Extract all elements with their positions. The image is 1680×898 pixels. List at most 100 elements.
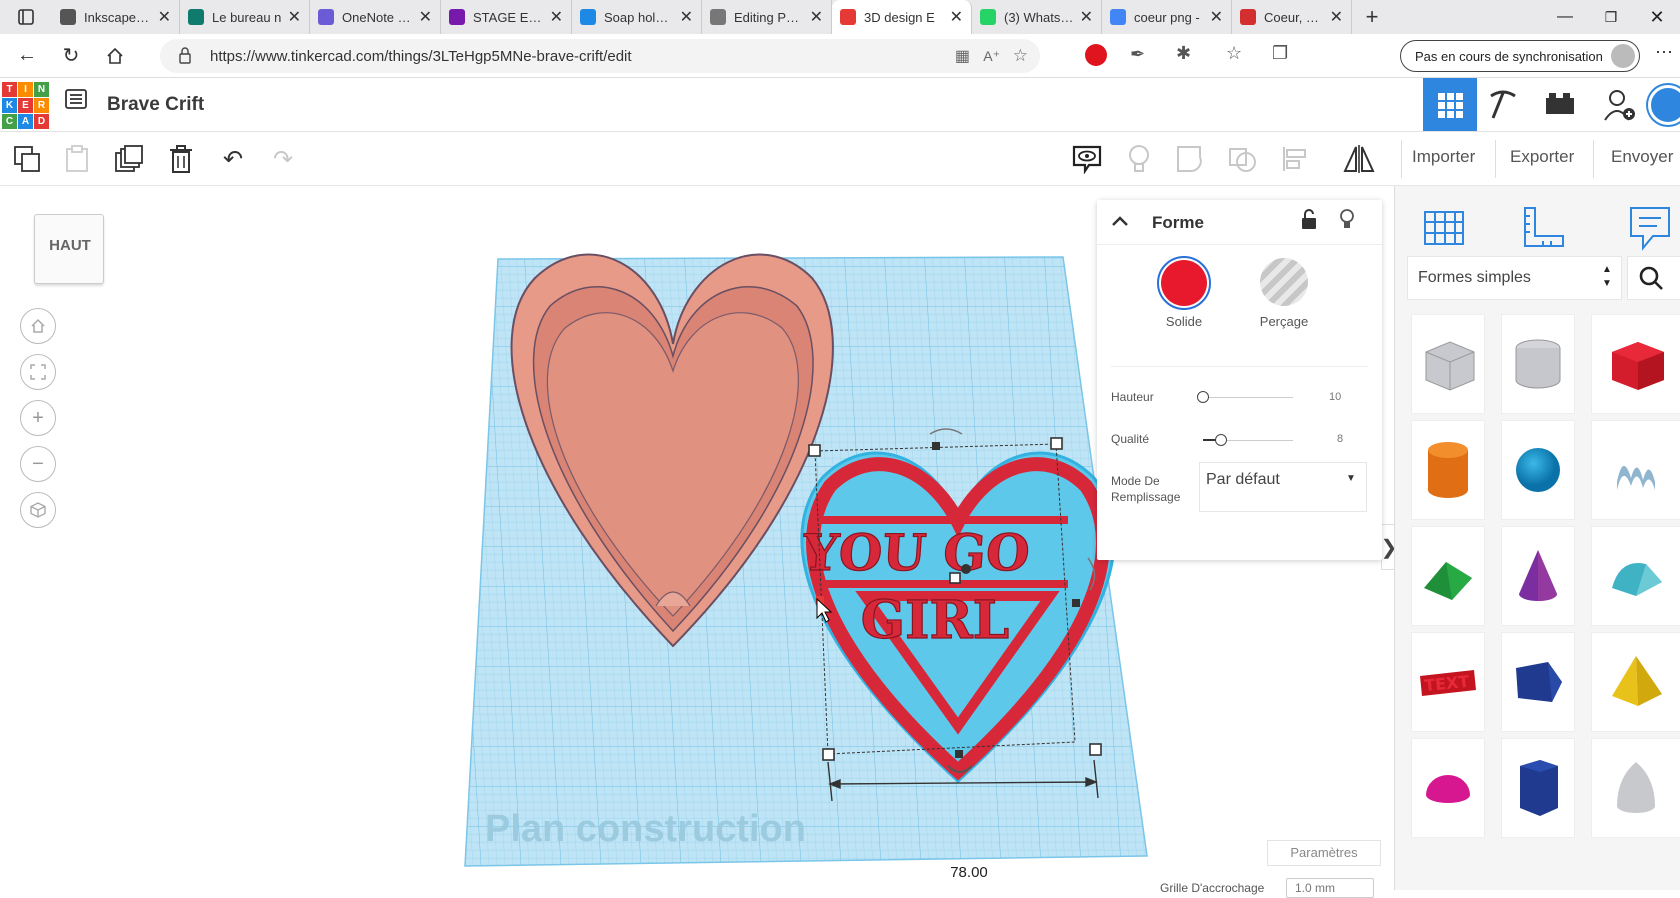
resize-handle-top-right[interactable] bbox=[1050, 437, 1063, 450]
top-edge-handle[interactable] bbox=[932, 442, 940, 450]
shape-half-sphere[interactable] bbox=[1411, 738, 1485, 838]
lightbulb-icon[interactable] bbox=[1120, 140, 1158, 178]
shape-cylinder[interactable] bbox=[1411, 420, 1485, 520]
notes-icon[interactable] bbox=[1627, 204, 1673, 257]
close-tab-icon[interactable]: ✕ bbox=[1210, 7, 1223, 27]
bottom-edge-handle[interactable] bbox=[955, 750, 963, 758]
shape-paraboloid[interactable] bbox=[1591, 738, 1680, 838]
tab-actions-icon[interactable] bbox=[0, 0, 52, 34]
collapse-chevron-icon[interactable] bbox=[1111, 214, 1129, 232]
reload-button[interactable]: ↻ bbox=[54, 39, 88, 73]
close-tab-icon[interactable]: ✕ bbox=[550, 7, 563, 27]
read-aloud-icon[interactable]: A⁺ bbox=[983, 48, 1000, 65]
undo-icon[interactable]: ↶ bbox=[214, 140, 252, 178]
design-list-icon[interactable] bbox=[64, 87, 88, 116]
shape-box[interactable] bbox=[1591, 314, 1680, 414]
shape-search-button[interactable] bbox=[1627, 256, 1680, 300]
height-value[interactable]: 10 bbox=[1329, 391, 1341, 403]
adblock-icon[interactable] bbox=[1085, 44, 1107, 66]
user-avatar[interactable] bbox=[1648, 85, 1680, 125]
height-handle[interactable] bbox=[961, 564, 971, 574]
close-window-button[interactable]: ✕ bbox=[1634, 7, 1680, 28]
close-tab-icon[interactable]: ✕ bbox=[680, 7, 693, 27]
ruler-icon[interactable] bbox=[1521, 204, 1567, 255]
design-title[interactable]: Brave Crift bbox=[107, 94, 204, 116]
3d-view-button[interactable] bbox=[1423, 78, 1477, 131]
app-available-icon[interactable]: ▦ bbox=[955, 46, 970, 66]
shape-pyramid[interactable] bbox=[1591, 632, 1680, 732]
restore-button[interactable]: ❐ bbox=[1588, 9, 1634, 26]
blocks-pickaxe-icon[interactable] bbox=[1487, 90, 1519, 125]
ungroup-icon[interactable] bbox=[1224, 140, 1262, 178]
back-button[interactable]: ← bbox=[10, 39, 44, 73]
browser-tab[interactable]: Soap holder ✕ bbox=[572, 0, 702, 34]
height-slider[interactable] bbox=[1197, 391, 1293, 403]
browser-tab[interactable]: Coeur, Form ✕ bbox=[1232, 0, 1352, 34]
close-tab-icon[interactable]: ✕ bbox=[1080, 7, 1093, 27]
browser-tab[interactable]: OneNote | N ✕ bbox=[310, 0, 441, 34]
duplicate-button[interactable] bbox=[110, 140, 148, 178]
fill-mode-dropdown[interactable]: Par défaut ▼ bbox=[1199, 462, 1367, 512]
paste-button[interactable] bbox=[58, 140, 96, 178]
collections-icon[interactable]: ❐ bbox=[1272, 43, 1288, 64]
home-button[interactable] bbox=[98, 39, 132, 73]
close-tab-icon[interactable]: ✕ bbox=[1330, 7, 1343, 27]
url-field[interactable]: https://www.tinkercad.com/things/3LTeHgp… bbox=[160, 39, 1040, 73]
sync-button[interactable]: Pas en cours de synchronisation bbox=[1400, 40, 1640, 72]
dimension-value-box[interactable]: 78.00 bbox=[937, 860, 1001, 886]
copy-button[interactable] bbox=[8, 140, 46, 178]
minimize-button[interactable]: — bbox=[1542, 8, 1588, 26]
shape-scribble[interactable] bbox=[1591, 420, 1680, 520]
favorites-icon[interactable]: ☆ bbox=[1226, 43, 1242, 64]
resize-handle-bottom-left[interactable] bbox=[822, 748, 835, 761]
delete-trash-icon[interactable] bbox=[162, 140, 200, 178]
eyedropper-icon[interactable]: ✒ bbox=[1130, 44, 1145, 65]
close-tab-icon[interactable]: ✕ bbox=[288, 7, 301, 27]
group-icon[interactable] bbox=[1172, 140, 1210, 178]
snap-grid-select[interactable]: 1.0 mm bbox=[1286, 878, 1374, 898]
right-edge-handle[interactable] bbox=[1072, 599, 1080, 607]
quality-value[interactable]: 8 bbox=[1337, 433, 1343, 445]
browser-tab[interactable]: Editing Page ✕ bbox=[702, 0, 832, 34]
redo-icon[interactable]: ↷ bbox=[264, 140, 302, 178]
shape-sphere[interactable] bbox=[1501, 420, 1575, 520]
browser-tab[interactable]: Le bureau n ✕ bbox=[180, 0, 310, 34]
add-user-icon[interactable] bbox=[1603, 88, 1637, 127]
unlock-icon[interactable] bbox=[1300, 208, 1318, 235]
inspector-lightbulb-icon[interactable] bbox=[1339, 208, 1355, 235]
browser-tab[interactable]: 3D design E ✕ bbox=[832, 0, 972, 34]
close-tab-icon[interactable]: ✕ bbox=[810, 7, 823, 27]
tinkercad-logo[interactable]: TIN KER CAD bbox=[2, 82, 49, 129]
export-button[interactable]: Exporter bbox=[1510, 147, 1574, 167]
browser-tab[interactable]: (3) WhatsAp ✕ bbox=[972, 0, 1102, 34]
browser-tab[interactable]: STAGE Expé ✕ bbox=[441, 0, 572, 34]
close-tab-icon[interactable]: ✕ bbox=[419, 7, 432, 27]
shape-round-roof[interactable] bbox=[1591, 526, 1680, 626]
shape-text[interactable]: TEXT bbox=[1411, 632, 1485, 732]
mirror-icon[interactable] bbox=[1340, 140, 1378, 178]
quality-slider-knob[interactable] bbox=[1215, 434, 1227, 446]
browser-tab[interactable]: coeur png - ✕ bbox=[1102, 0, 1232, 34]
workplane-grid-icon[interactable] bbox=[1421, 204, 1467, 255]
solid-color-button[interactable] bbox=[1157, 256, 1211, 310]
favorite-star-icon[interactable]: ☆ bbox=[1013, 46, 1028, 66]
resize-handle-top-left[interactable] bbox=[808, 444, 821, 457]
shape-hexagonal-prism[interactable] bbox=[1501, 738, 1575, 838]
bricks-icon[interactable] bbox=[1545, 92, 1575, 121]
hole-button[interactable] bbox=[1260, 258, 1308, 306]
more-menu-icon[interactable]: ⋯ bbox=[1655, 42, 1673, 63]
shape-category-select[interactable]: Formes simples ▲ ▼ bbox=[1407, 256, 1622, 300]
new-tab-button[interactable]: + bbox=[1352, 4, 1392, 30]
align-icon[interactable] bbox=[1276, 140, 1314, 178]
quality-slider[interactable] bbox=[1203, 434, 1293, 446]
notes-eye-icon[interactable] bbox=[1068, 140, 1106, 178]
close-tab-icon[interactable]: ✕ bbox=[158, 7, 171, 27]
close-tab-icon[interactable]: ✕ bbox=[950, 7, 963, 27]
shape-box-hole[interactable] bbox=[1411, 314, 1485, 414]
height-slider-knob[interactable] bbox=[1197, 391, 1209, 403]
browser-tab[interactable]: Inkscape 1.2 ✕ bbox=[52, 0, 180, 34]
extensions-icon[interactable]: ✱ bbox=[1176, 43, 1191, 64]
shape-cone[interactable] bbox=[1501, 526, 1575, 626]
center-handle[interactable] bbox=[949, 572, 961, 584]
shape-polygon[interactable] bbox=[1501, 632, 1575, 732]
